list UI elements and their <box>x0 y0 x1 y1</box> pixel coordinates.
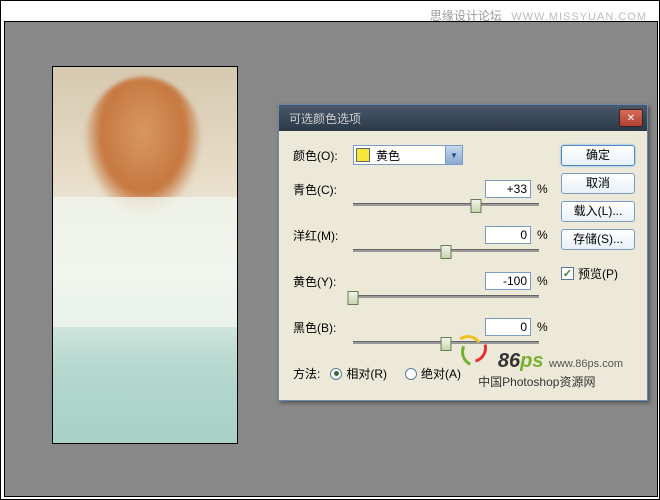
magenta-thumb[interactable] <box>441 245 452 259</box>
ok-button[interactable]: 确定 <box>561 145 635 166</box>
black-unit: % <box>537 320 551 334</box>
dialog-titlebar[interactable]: 可选颜色选项 ✕ <box>279 105 647 131</box>
logo-url: www.86ps.com <box>549 358 623 370</box>
preview-label: 预览(P) <box>578 265 618 282</box>
color-dropdown[interactable]: 黄色 ▼ <box>353 145 463 165</box>
chevron-down-icon: ▼ <box>445 146 462 164</box>
magenta-row: 洋红(M): % <box>293 225 551 245</box>
relative-label: 相对(R) <box>346 365 387 382</box>
cyan-input[interactable] <box>485 180 531 198</box>
yellow-input[interactable] <box>485 272 531 290</box>
color-swatch-icon <box>356 148 370 162</box>
yellow-thumb[interactable] <box>348 291 359 305</box>
canvas-background: 可选颜色选项 ✕ 颜色(O): 黄色 ▼ 青色(C): % <box>4 21 658 497</box>
selective-color-dialog: 可选颜色选项 ✕ 颜色(O): 黄色 ▼ 青色(C): % <box>278 104 648 401</box>
yellow-slider[interactable] <box>353 293 539 309</box>
cyan-slider[interactable] <box>353 201 539 217</box>
cyan-row: 青色(C): % <box>293 179 551 199</box>
preview-checkbox[interactable]: ✓ <box>561 267 574 280</box>
method-label: 方法: <box>293 365 320 382</box>
close-icon: ✕ <box>627 113 635 124</box>
logo-watermark: 86ps www.86ps.com 中国Photoshop资源网 <box>451 333 623 390</box>
color-selected-text: 黄色 <box>376 147 400 164</box>
color-selector-row: 颜色(O): 黄色 ▼ <box>293 145 551 165</box>
yellow-label: 黄色(Y): <box>293 273 353 290</box>
cyan-thumb[interactable] <box>470 199 481 213</box>
logo-text: 86ps <box>498 350 549 372</box>
logo-swirl-icon <box>451 333 495 367</box>
logo-row: 86ps www.86ps.com <box>451 333 623 373</box>
magenta-unit: % <box>537 228 551 242</box>
preview-checkbox-row: ✓ 预览(P) <box>561 265 635 282</box>
magenta-slider[interactable] <box>353 247 539 263</box>
cyan-label: 青色(C): <box>293 181 353 198</box>
load-button[interactable]: 载入(L)... <box>561 201 635 222</box>
dialog-title: 可选颜色选项 <box>289 110 361 127</box>
black-label: 黑色(B): <box>293 319 353 336</box>
logo-tagline: 中国Photoshop资源网 <box>451 373 623 390</box>
magenta-input[interactable] <box>485 226 531 244</box>
cyan-unit: % <box>537 182 551 196</box>
close-button[interactable]: ✕ <box>619 109 643 127</box>
cancel-button[interactable]: 取消 <box>561 173 635 194</box>
yellow-unit: % <box>537 274 551 288</box>
absolute-radio[interactable] <box>405 368 417 380</box>
color-label: 颜色(O): <box>293 147 353 164</box>
image-preview <box>52 66 238 444</box>
save-button[interactable]: 存储(S)... <box>561 229 635 250</box>
relative-radio[interactable] <box>330 368 342 380</box>
magenta-label: 洋红(M): <box>293 227 353 244</box>
yellow-row: 黄色(Y): % <box>293 271 551 291</box>
